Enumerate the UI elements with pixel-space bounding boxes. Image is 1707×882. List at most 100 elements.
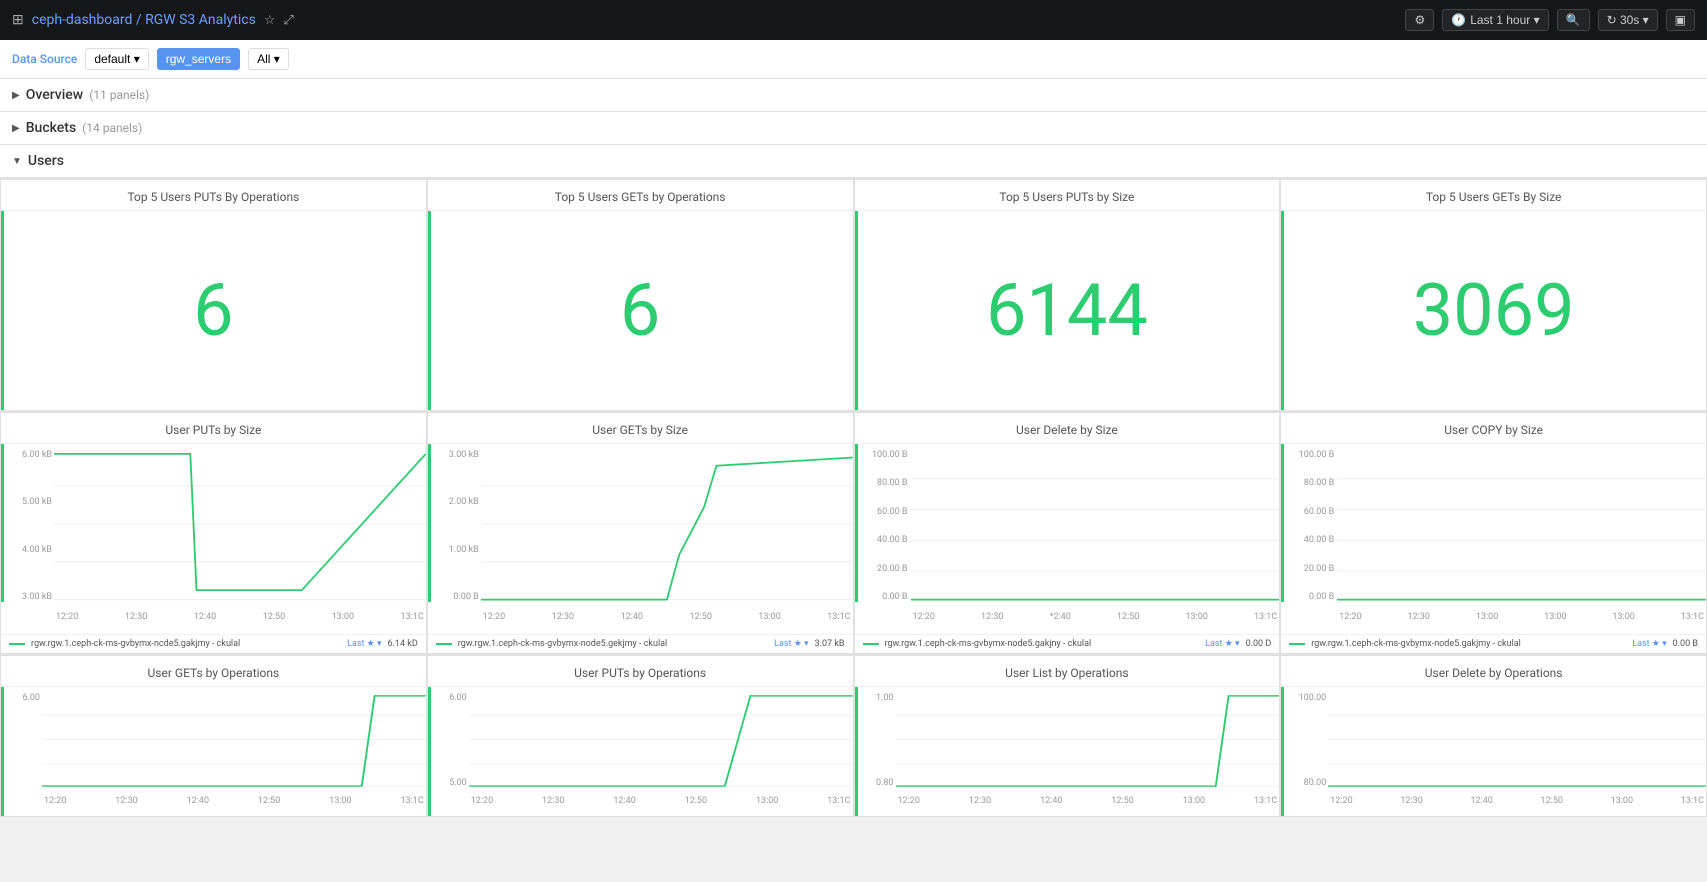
chart-list-ops-svg	[896, 691, 1280, 788]
overview-count: (11 panels)	[89, 88, 149, 102]
rgw-servers-button[interactable]: rgw_servers	[157, 48, 240, 70]
users-chevron: ▼	[12, 156, 22, 167]
chart-gets-size-title: User GETs by Size	[428, 413, 853, 444]
chart-gets-size-legend: rgw.rgw.1.ceph-ck-ms-gvbymx-node5.gekjmy…	[428, 634, 853, 653]
chart-puts-size-svg-container	[54, 448, 426, 602]
buckets-title: Buckets	[26, 120, 76, 136]
panel-puts-size: Top 5 Users PUTs by Size 6144	[855, 180, 1280, 410]
chart-gets-size-svg	[481, 448, 853, 602]
buckets-count: (14 panels)	[82, 121, 142, 135]
panel-puts-operations-body: 6	[1, 211, 426, 410]
x-axis-puts-size: 12:20 12:30 12:40 12:50 13:00 13:1C	[54, 604, 426, 630]
copy-size-legend-line	[1289, 643, 1305, 645]
overview-chevron: ▶	[12, 90, 20, 101]
panel-gets-operations-body: 6	[428, 211, 853, 410]
topbar-right: ⚙ 🕐 ⚙ Last 1 hour ▾ 🔍 ↻ 30s ▾ ▣	[1405, 9, 1695, 31]
x-axis-copy-size: 12:20 12:30 13:00 13:00 13:00 13:1C	[1337, 604, 1706, 630]
chart-gets-operations-title: User GETs by Operations	[1, 656, 426, 687]
chart-delete-size-svg	[911, 448, 1280, 602]
y-axis-puts-size: 6.00 kB 5.00 kB 4.00 kB 3.00 kB	[4, 448, 54, 602]
delete-size-legend-value: 0.00 D	[1246, 639, 1272, 649]
chart-gets-operations-body: 6.00 12:20 12:30 12:40 12:	[1, 687, 426, 816]
copy-size-legend-value: 0.00 B	[1673, 639, 1698, 649]
chart-puts-ops-svg	[469, 691, 853, 788]
chart-copy-size-body: 100.00 B 80.00 B 60.00 B 40.00 B 20.00 B…	[1281, 444, 1706, 634]
panel-gets-size-body: 3069	[1281, 211, 1706, 410]
overview-title: Overview	[26, 87, 83, 103]
delete-size-legend-text: rgw.rgw.1.ceph-ck-ms-gvbymx-node5.gakjny…	[885, 639, 1092, 649]
panel-gets-operations-title: Top 5 Users GETs by Operations	[428, 180, 853, 211]
puts-size-legend-last: Last ★ ▾	[347, 639, 381, 649]
puts-size-legend-line	[9, 643, 25, 645]
x-axis-gets-ops: 12:20 12:30 12:40 12:50 13:00 13:1C	[42, 790, 426, 812]
chart-copy-size-svg	[1337, 448, 1706, 602]
chart-list-operations: User List by Operations 1.00 0.80	[855, 656, 1280, 816]
puts-size-legend-value: 6.14 kD	[388, 639, 418, 649]
chart-gets-size: User GETs by Size 3.00 kB 2.00 kB 1.00 k…	[428, 413, 853, 653]
share-icon[interactable]: ⤢	[283, 13, 293, 28]
x-axis-puts-ops: 12:20 12:30 12:40 12:50 13:00 13:1C	[469, 790, 853, 812]
time-range-button[interactable]: 🕐 ⚙ Last 1 hour ▾	[1442, 9, 1548, 31]
data-source-label: Data Source	[12, 52, 77, 66]
chart-delete-size-title: User Delete by Size	[855, 413, 1280, 444]
puts-size-value: 6144	[986, 275, 1148, 347]
zoom-button[interactable]: 🔍	[1557, 9, 1590, 31]
all-filter-button[interactable]: All ▾	[248, 48, 289, 70]
chart-list-operations-body: 1.00 0.80 12:20 12:30 12:40	[855, 687, 1280, 816]
chart-copy-size-legend: rgw.rgw.1.ceph-ck-ms-gvbymx-node5.gakjmy…	[1281, 634, 1706, 653]
x-axis-delete-size: 12:20 12:30 *2:40 12:50 13:00 13:1C	[911, 604, 1280, 630]
y-axis-delete-ops: 100.00 80.00	[1284, 691, 1328, 788]
y-axis-copy-size: 100.00 B 80.00 B 60.00 B 40.00 B 20.00 B…	[1284, 448, 1336, 602]
panel-gets-size: Top 5 Users GETs By Size 3069	[1281, 180, 1706, 410]
users-section-header[interactable]: ▼ Users	[0, 145, 1707, 178]
delete-size-legend-line	[863, 643, 879, 645]
chart-delete-operations-title: User Delete by Operations	[1281, 656, 1706, 687]
grid-icon: ⊞	[12, 12, 24, 28]
chart-delete-operations: User Delete by Operations 100.00 80.00	[1281, 656, 1706, 816]
chart-puts-size-legend: rgw.rgw.1.ceph-ck-ms-gvbymx-ncde5.gakjmy…	[1, 634, 426, 653]
chart-copy-size-title: User COPY by Size	[1281, 413, 1706, 444]
default-filter-button[interactable]: default ▾	[85, 48, 148, 70]
buckets-section-header[interactable]: ▶ Buckets (14 panels)	[0, 112, 1707, 145]
chart-puts-size-svg	[54, 448, 426, 602]
overview-section-header[interactable]: ▶ Overview (11 panels)	[0, 79, 1707, 112]
refresh-button[interactable]: ↻ 30s ▾	[1598, 9, 1658, 31]
star-icon[interactable]: ☆	[264, 13, 276, 28]
chart-gets-size-svg-container	[481, 448, 853, 602]
chart-delete-size-legend: rgw.rgw.1.ceph-ck-ms-gvbymx-node5.gakjny…	[855, 634, 1280, 653]
topbar-breadcrumb-link[interactable]: ceph-dashboard / RGW S3 Analytics	[32, 12, 256, 28]
y-axis-gets-ops: 6.00	[4, 691, 42, 788]
chart-puts-operations: User PUTs by Operations 6.00 5.00	[428, 656, 853, 816]
chart-puts-operations-title: User PUTs by Operations	[428, 656, 853, 687]
chart-delete-size-svg-container	[911, 448, 1280, 602]
users-title: Users	[28, 153, 64, 169]
copy-size-legend-last: Last ★ ▾	[1632, 639, 1666, 649]
y-axis-list-ops: 1.00 0.80	[858, 691, 896, 788]
chart-gets-operations: User GETs by Operations 6.00	[1, 656, 426, 816]
clock-icon: 🕐	[1451, 13, 1466, 27]
bottom-panels-grid: User GETs by Operations 6.00	[0, 654, 1707, 817]
sections: ▶ Overview (11 panels) ▶ Buckets (14 pan…	[0, 79, 1707, 817]
chart-gets-size-body: 3.00 kB 2.00 kB 1.00 kB 0.00 B 12:20	[428, 444, 853, 634]
chart-delete-size-body: 100.00 B 80.00 B 60.00 B 40.00 B 20.00 B…	[855, 444, 1280, 634]
y-axis-gets-size: 3.00 kB 2.00 kB 1.00 kB 0.00 B	[431, 448, 481, 602]
chart-gets-ops-svg	[42, 691, 426, 788]
chart-puts-operations-body: 6.00 5.00 12:20 12:30 12:40	[428, 687, 853, 816]
gets-size-legend-text: rgw.rgw.1.ceph-ck-ms-gvbymx-node5.gekjmy…	[458, 639, 667, 649]
puts-operations-value: 6	[193, 275, 233, 347]
kiosk-button[interactable]: ▣	[1666, 9, 1695, 31]
panel-puts-operations: Top 5 Users PUTs By Operations 6	[1, 180, 426, 410]
topbar-left: ⊞ ceph-dashboard / RGW S3 Analytics ☆ ⤢	[12, 12, 294, 28]
y-axis-delete-size: 100.00 B 80.00 B 60.00 B 40.00 B 20.00 B…	[858, 448, 910, 602]
chart-puts-size: User PUTs by Size 6.00 kB 5.00 kB 4.00 k…	[1, 413, 426, 653]
x-axis-list-ops: 12:20 12:30 12:40 12:50 13:00 13:1C	[896, 790, 1280, 812]
chart-delete-operations-body: 100.00 80.00 12:20 12:30 12:40	[1281, 687, 1706, 816]
gets-size-legend-line	[436, 643, 452, 645]
topbar: ⊞ ceph-dashboard / RGW S3 Analytics ☆ ⤢ …	[0, 0, 1707, 40]
gets-size-legend-last: Last ★ ▾	[774, 639, 808, 649]
panel-gets-size-title: Top 5 Users GETs By Size	[1281, 180, 1706, 211]
gets-size-value: 3069	[1413, 275, 1575, 347]
filterbar: Data Source default ▾ rgw_servers All ▾	[0, 40, 1707, 79]
panel-gets-operations: Top 5 Users GETs by Operations 6	[428, 180, 853, 410]
settings-button[interactable]: ⚙	[1405, 9, 1434, 31]
